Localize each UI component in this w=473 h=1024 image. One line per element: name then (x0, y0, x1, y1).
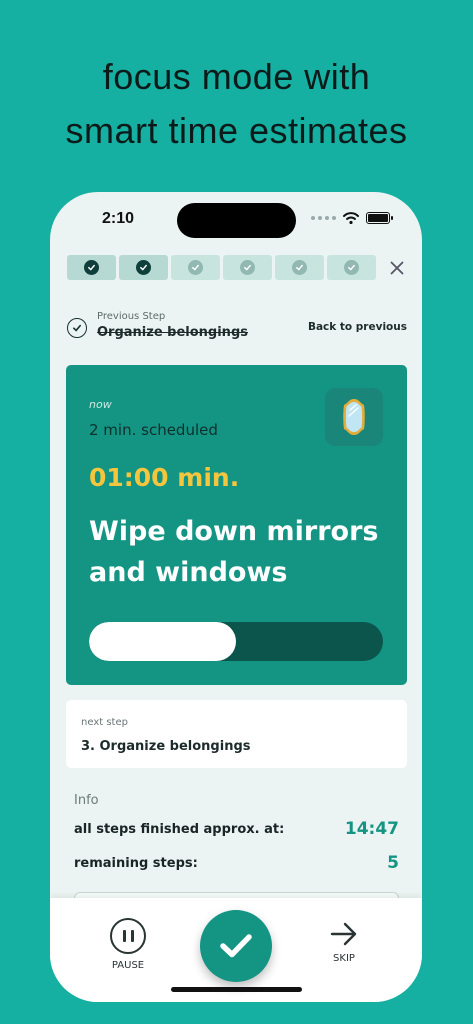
headline-line-1: focus mode with (102, 56, 371, 97)
next-step-label: next step (81, 717, 128, 728)
home-indicator (171, 987, 302, 992)
check-circle-icon (67, 318, 87, 338)
headline: focus mode with smart time estimates (0, 50, 473, 158)
finish-time-label: all steps finished approx. at: (74, 821, 285, 837)
check-icon (292, 260, 307, 275)
step-progress-fill (89, 622, 236, 661)
step-segment-6 (327, 255, 376, 280)
finish-time-row: all steps finished approx. at: 14:47 (74, 819, 399, 839)
headline-line-2: smart time estimates (65, 110, 408, 151)
dynamic-island (177, 203, 296, 238)
now-label: now (89, 398, 112, 411)
remaining-steps-value: 5 (387, 853, 399, 873)
check-icon (344, 260, 359, 275)
close-button[interactable] (388, 259, 406, 277)
pause-button[interactable]: PAUSE (108, 918, 148, 971)
step-segment-4 (223, 255, 272, 280)
close-icon (390, 261, 404, 274)
complete-step-button[interactable] (200, 910, 272, 982)
skip-label: SKIP (333, 953, 355, 964)
previous-step: Previous Step Organize belongings Back t… (67, 310, 407, 346)
step-progress-bar (89, 622, 383, 661)
step-segment-2 (119, 255, 168, 280)
remaining-steps-label: remaining steps: (74, 855, 198, 871)
step-segment-5 (275, 255, 324, 280)
step-progress (67, 255, 406, 280)
checkmark-icon (220, 934, 252, 958)
check-icon (84, 260, 99, 275)
check-icon (240, 260, 255, 275)
wifi-icon (343, 212, 359, 224)
current-step-title: Wipe down mirrors and windows (89, 516, 379, 588)
mirror-icon (343, 399, 365, 435)
step-segment-3 (171, 255, 220, 280)
phone-screen: 2:10 Previous Step Organize belongings B… (50, 192, 422, 1002)
finish-time-value: 14:47 (344, 819, 399, 839)
status-time: 2:10 (102, 210, 135, 227)
battery-icon (366, 212, 393, 224)
pause-label: PAUSE (111, 960, 145, 971)
check-icon (188, 260, 203, 275)
next-step-card[interactable]: next step 3. Organize belongings (66, 700, 407, 768)
signal-dots-icon (311, 216, 336, 220)
current-step-card: now 2 min. scheduled 01:00 min. Wipe dow… (66, 365, 407, 685)
skip-button[interactable]: SKIP (323, 921, 365, 964)
step-timer: 01:00 min. (89, 463, 240, 492)
next-step-title: 3. Organize belongings (81, 739, 251, 754)
step-icon-box (325, 388, 383, 446)
scheduled-duration: 2 min. scheduled (89, 421, 218, 439)
bottom-action-bar: PAUSE SKIP (50, 898, 422, 1002)
arrow-right-icon (330, 922, 357, 946)
check-icon (136, 260, 151, 275)
previous-step-label: Previous Step (97, 311, 166, 322)
back-to-previous-link[interactable]: Back to previous (308, 321, 407, 333)
step-segment-1 (67, 255, 116, 280)
info-title: Info (74, 793, 99, 808)
pause-icon (110, 918, 146, 954)
status-icons (311, 212, 393, 224)
remaining-steps-row: remaining steps: 5 (74, 853, 399, 873)
previous-step-title: Organize belongings (97, 325, 248, 340)
